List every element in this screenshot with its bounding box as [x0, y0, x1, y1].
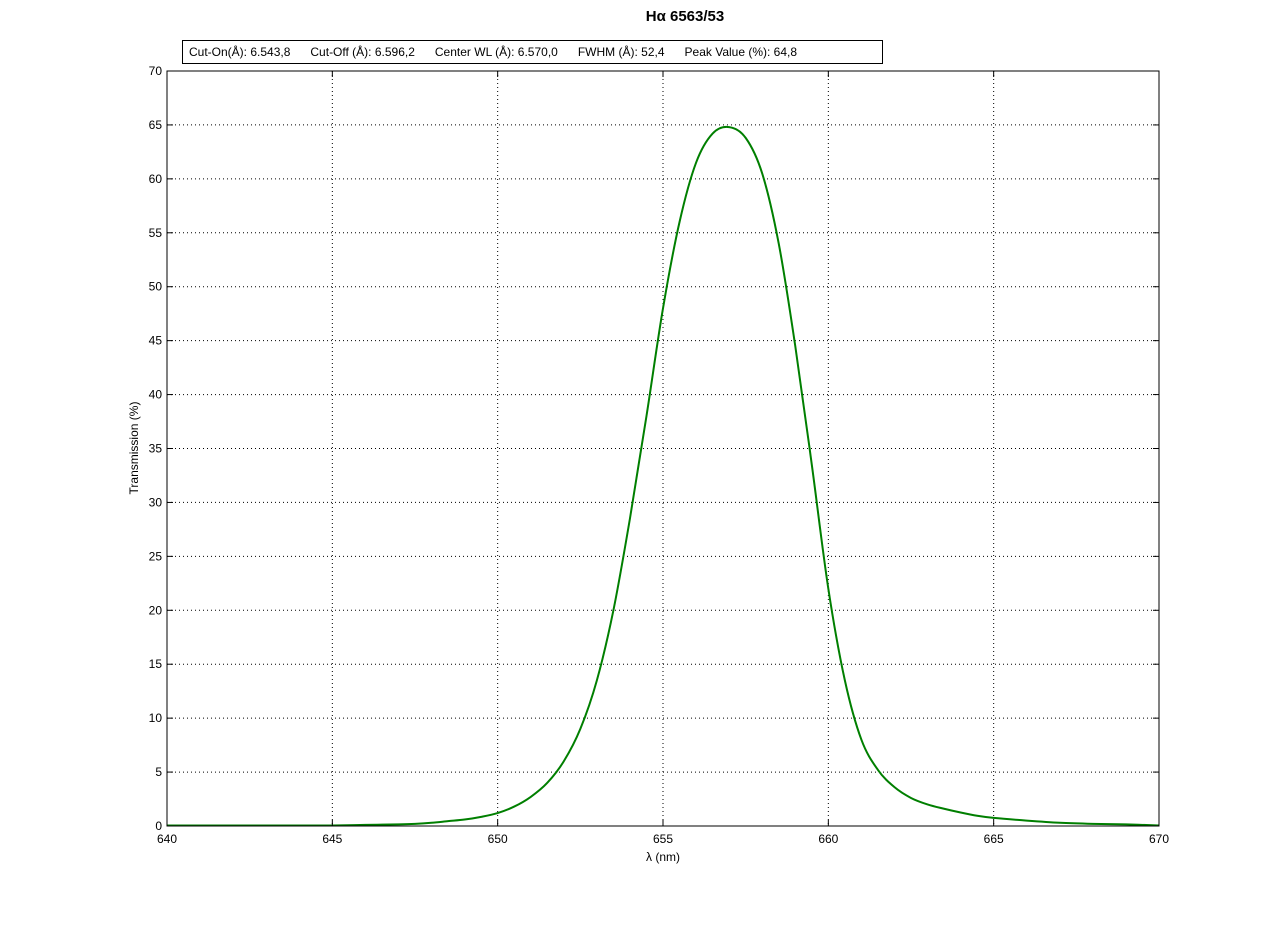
y-tick-label: 35	[149, 442, 163, 456]
y-tick-label: 70	[149, 64, 163, 78]
y-tick-label: 45	[149, 334, 163, 348]
y-tick-label: 30	[149, 495, 163, 509]
y-tick-label: 20	[149, 603, 163, 617]
x-tick-label: 660	[818, 832, 838, 846]
y-tick-label: 0	[155, 819, 162, 833]
x-tick-label: 640	[157, 832, 177, 846]
y-tick-label: 50	[149, 280, 163, 294]
x-tick-label: 645	[322, 832, 342, 846]
y-axis-label: Transmission (%)	[127, 402, 141, 495]
y-tick-label: 15	[149, 657, 163, 671]
x-tick-label: 650	[488, 832, 508, 846]
y-tick-label: 60	[149, 172, 163, 186]
y-tick-label: 10	[149, 711, 163, 725]
ticks: 640 645 650 655 660 665 670 0 5 10 15 20 25 30 35 40 45 5…	[149, 64, 1170, 846]
x-tick-label: 655	[653, 832, 673, 846]
grid	[167, 71, 1159, 826]
x-axis-label: λ (nm)	[646, 850, 680, 864]
y-tick-label: 40	[149, 388, 163, 402]
y-tick-label: 65	[149, 118, 163, 132]
y-tick-label: 5	[155, 765, 162, 779]
plot-area: 640 645 650 655 660 665 670 0 5 10 15 20 25 30 35 40 45 5…	[127, 64, 1170, 864]
y-tick-label: 25	[149, 549, 163, 563]
y-tick-label: 55	[149, 226, 163, 240]
x-tick-label: 670	[1149, 832, 1169, 846]
x-tick-label: 665	[984, 832, 1004, 846]
